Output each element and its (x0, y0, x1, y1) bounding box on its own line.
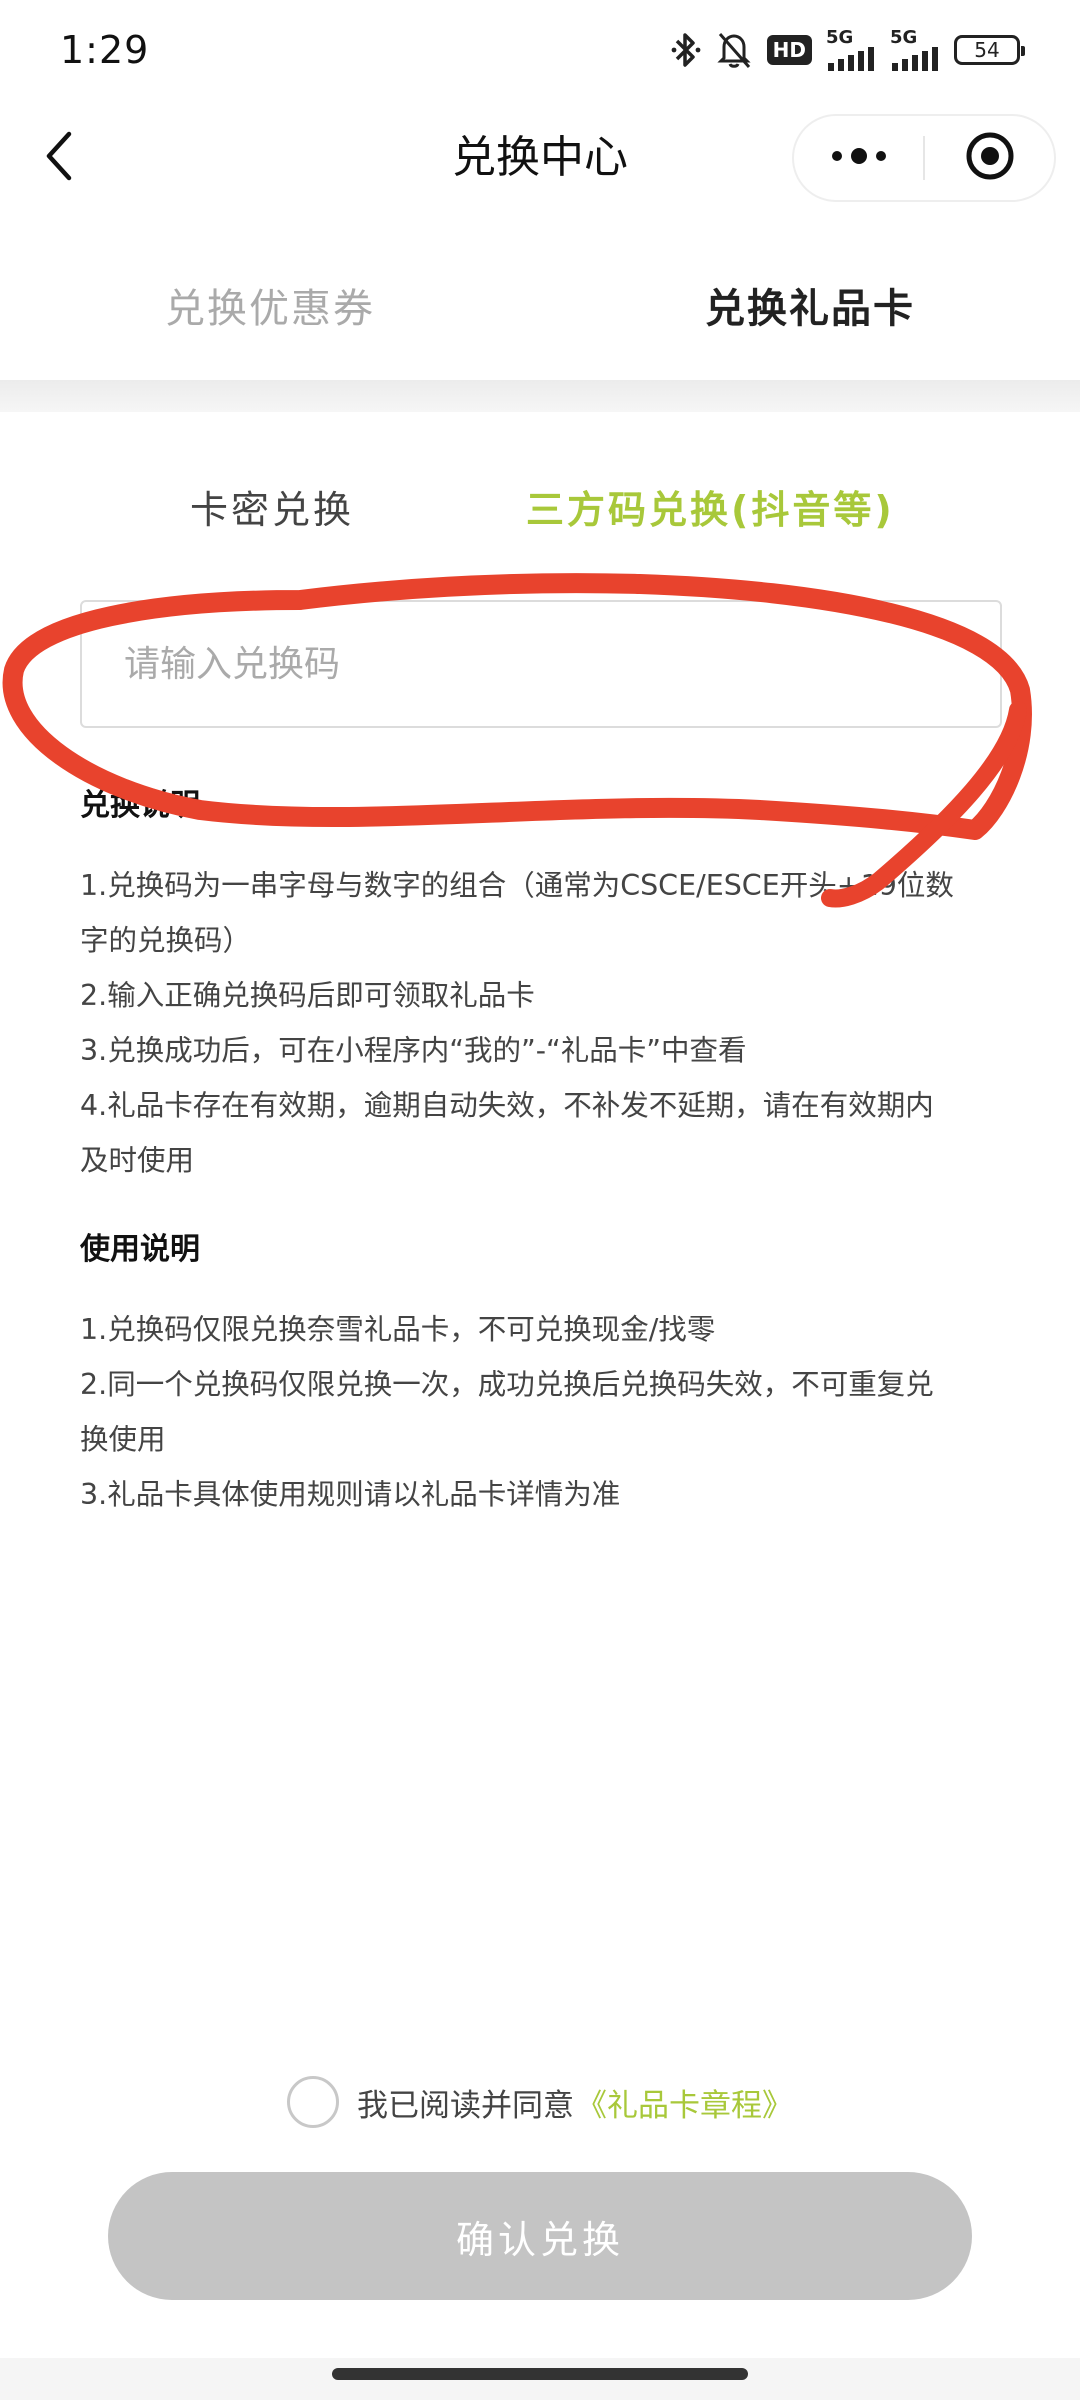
list-item: 及时使用 (80, 1144, 195, 1177)
list-item: 1.兑换码为一串字母与数字的组合（通常为CSCE/ESCE开头+19位数 (80, 869, 954, 902)
list-item: 3.礼品卡具体使用规则请以礼品卡详情为准 (80, 1478, 621, 1511)
agree-checkbox[interactable] (287, 2076, 339, 2128)
nav-bar: 兑换中心 (0, 108, 1080, 208)
status-bar: 1:29 HD 5G 5G 54 (0, 0, 1080, 100)
home-indicator[interactable] (332, 2368, 748, 2380)
redeem-instructions-title: 兑换说明 (80, 788, 200, 823)
list-item: 字的兑换码） (80, 924, 252, 957)
list-item: 换使用 (80, 1423, 166, 1456)
top-tabs: 兑换优惠券 兑换礼品卡 (0, 230, 1080, 380)
more-dots-icon (829, 146, 889, 170)
tab-card-password[interactable]: 卡密兑换 (190, 470, 354, 550)
network-label: 5G (826, 27, 854, 48)
mini-program-capsule (792, 114, 1056, 202)
tab-giftcard-redeem[interactable]: 兑换礼品卡 (540, 230, 1080, 380)
status-icons: HD 5G 5G 54 (671, 29, 1025, 71)
battery-icon: 54 (954, 35, 1025, 65)
list-item: 2.同一个兑换码仅限兑换一次，成功兑换后兑换码失效，不可重复兑 (80, 1368, 934, 1401)
network-label: 5G (890, 27, 918, 48)
list-item: 2.输入正确兑换码后即可领取礼品卡 (80, 979, 535, 1012)
more-button[interactable] (794, 116, 923, 200)
usage-instructions-title: 使用说明 (80, 1232, 200, 1267)
agreement-row: 我已阅读并同意 《礼品卡章程》 (0, 2074, 1080, 2130)
signal-icon: 5G (826, 29, 876, 71)
agreement-text: 我已阅读并同意 (357, 2087, 574, 2124)
signal-icon: 5G (890, 29, 940, 71)
list-item: 4.礼品卡存在有效期，逾期自动失效，不补发不延期，请在有效期内 (80, 1089, 934, 1122)
usage-instructions: 使用说明 1.兑换码仅限兑换奈雪礼品卡，不可兑换现金/找零 2.同一个兑换码仅限… (80, 1228, 1010, 1522)
usage-instructions-list: 1.兑换码仅限兑换奈雪礼品卡，不可兑换现金/找零 2.同一个兑换码仅限兑换一次，… (80, 1302, 1010, 1522)
sub-tabs: 卡密兑换 三方码兑换(抖音等) (0, 470, 1080, 550)
bluetooth-icon (671, 30, 701, 70)
redeem-code-input[interactable] (80, 600, 1002, 728)
list-item: 1.兑换码仅限兑换奈雪礼品卡，不可兑换现金/找零 (80, 1313, 716, 1346)
redeem-instructions: 兑换说明 1.兑换码为一串字母与数字的组合（通常为CSCE/ESCE开头+19位… (80, 784, 1010, 1188)
close-button[interactable] (925, 116, 1054, 200)
list-item: 3.兑换成功后，可在小程序内“我的”-“礼品卡”中查看 (80, 1034, 747, 1067)
confirm-redeem-button[interactable]: 确认兑换 (108, 2172, 972, 2300)
tab-third-party-code[interactable]: 三方码兑换(抖音等) (526, 470, 895, 550)
target-icon (964, 130, 1016, 186)
bell-off-icon (715, 30, 753, 70)
giftcard-terms-link[interactable]: 《礼品卡章程》 (576, 2080, 793, 2125)
tab-coupon-redeem[interactable]: 兑换优惠券 (0, 230, 540, 380)
status-time: 1:29 (60, 28, 150, 72)
redeem-instructions-list: 1.兑换码为一串字母与数字的组合（通常为CSCE/ESCE开头+19位数 字的兑… (80, 858, 1010, 1188)
hd-badge: HD (766, 35, 812, 65)
tabs-divider (0, 380, 1080, 412)
